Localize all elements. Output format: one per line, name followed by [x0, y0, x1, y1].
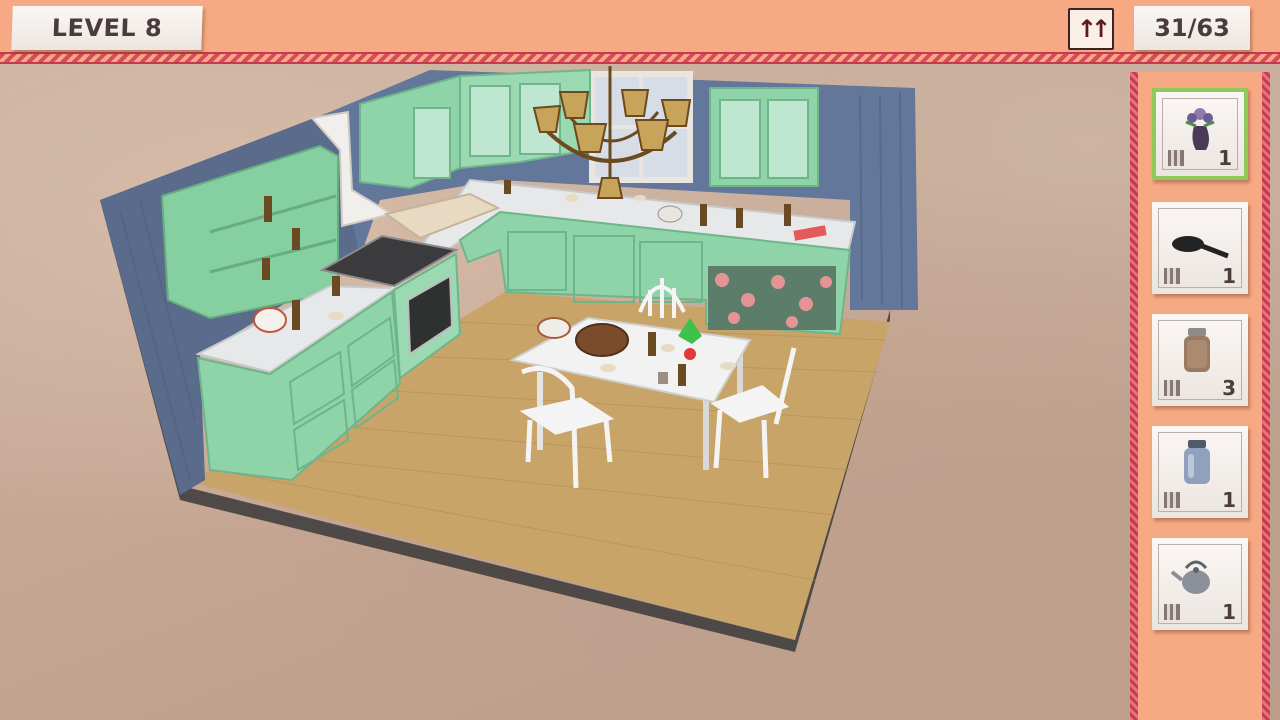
qr-icon — [1164, 380, 1180, 396]
top-hud-trim — [0, 52, 1280, 64]
glass-jar-icon — [1184, 440, 1210, 484]
plate[interactable] — [661, 344, 675, 352]
kitchen-room-scene[interactable] — [0, 0, 1280, 720]
qr-icon — [1164, 268, 1180, 284]
fruit-bowl[interactable] — [537, 317, 571, 339]
item-card-cookie-jar[interactable]: 3 — [1152, 314, 1248, 406]
double-up-arrow-icon: ↑↑ — [1076, 15, 1111, 43]
found-counter-text: 31/63 — [1154, 14, 1230, 42]
item-count: 1 — [1222, 488, 1236, 512]
qr-icon — [1164, 492, 1180, 508]
bottle[interactable] — [678, 364, 686, 386]
item-list-panel[interactable]: 1 1 3 1 1 — [1130, 72, 1270, 720]
cup[interactable] — [658, 372, 668, 384]
item-card-frying-pan[interactable]: 1 — [1152, 202, 1248, 294]
qr-icon — [1168, 150, 1184, 166]
counter-bowl[interactable] — [657, 205, 683, 223]
qr-icon — [1164, 604, 1180, 620]
counter-plate[interactable] — [328, 312, 344, 320]
item-count: 1 — [1222, 264, 1236, 288]
bottle[interactable] — [648, 332, 656, 356]
item-card-flower-vase[interactable]: 1 — [1152, 88, 1248, 180]
item-card-kettle[interactable]: 1 — [1152, 538, 1248, 630]
item-count: 3 — [1222, 376, 1236, 400]
item-count: 1 — [1218, 146, 1232, 170]
plate[interactable] — [720, 362, 736, 370]
found-counter: 31/63 — [1134, 6, 1250, 50]
boost-button[interactable]: ↑↑ — [1068, 8, 1114, 50]
level-text: LEVEL 8 — [51, 14, 163, 42]
cookie-jar-icon — [1184, 328, 1210, 372]
item-count: 1 — [1222, 600, 1236, 624]
counter-plate[interactable] — [565, 194, 579, 202]
plate[interactable] — [600, 364, 616, 372]
counter-plate[interactable] — [634, 195, 646, 201]
frying-pan-icon — [1172, 236, 1229, 259]
kettle-icon — [1170, 560, 1210, 594]
level-label: LEVEL 8 — [11, 6, 203, 50]
counter-fruit-bowl[interactable] — [253, 307, 287, 333]
item-card-glass-jar[interactable]: 1 — [1152, 426, 1248, 518]
wooden-bowl[interactable] — [575, 323, 629, 357]
